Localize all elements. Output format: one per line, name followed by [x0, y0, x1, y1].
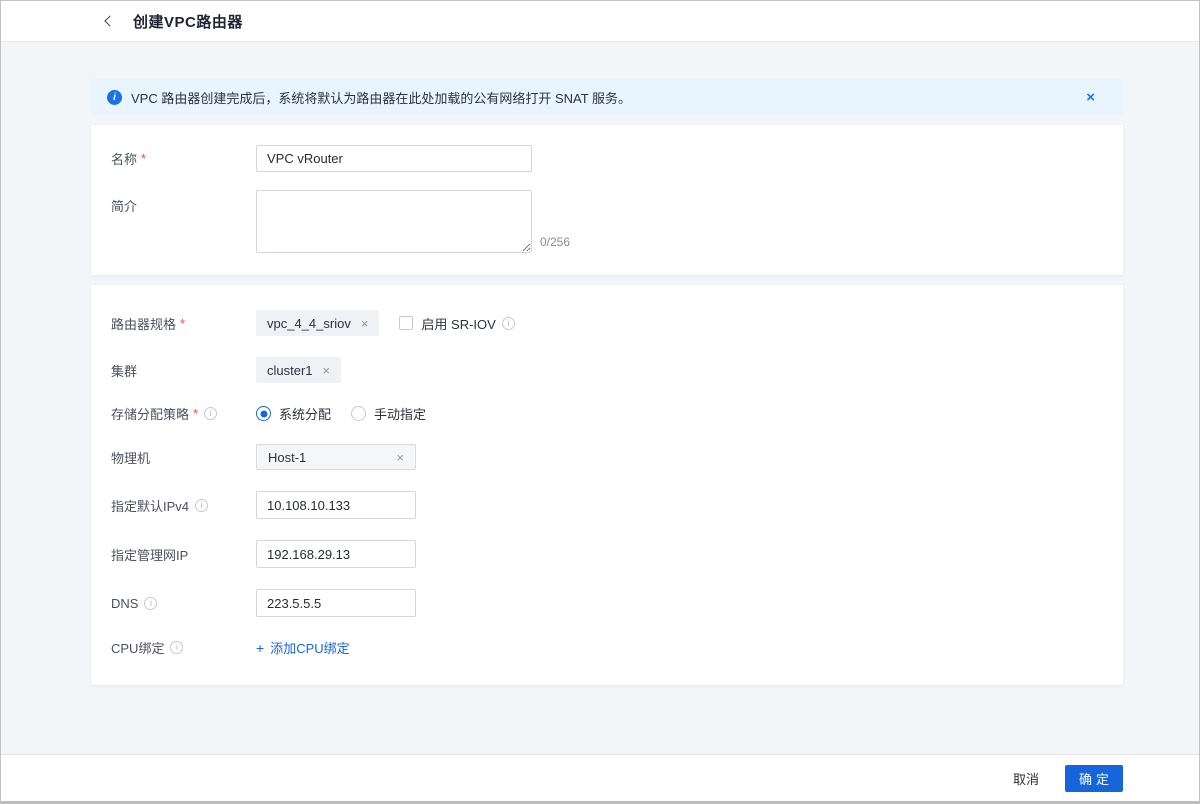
link-text: 添加CPU绑定: [270, 638, 349, 657]
page-title: 创建VPC路由器: [133, 11, 243, 32]
name-input[interactable]: [256, 145, 532, 172]
sriov-checkbox[interactable]: [399, 316, 413, 330]
cluster-label: 集群: [111, 361, 256, 380]
name-label: 名称 *: [111, 149, 256, 168]
confirm-button[interactable]: 确定: [1065, 765, 1123, 792]
radio-manual-assign[interactable]: [351, 406, 366, 421]
sriov-label: 启用 SR-IOV: [421, 314, 495, 333]
label-text: 物理机: [111, 448, 150, 467]
cpu-binding-row: CPU绑定 i + 添加CPU绑定: [111, 638, 1103, 657]
close-icon[interactable]: ×: [1086, 90, 1095, 105]
cancel-button[interactable]: 取消: [1013, 769, 1039, 788]
description-row: 简介 0/256: [111, 190, 1103, 253]
help-icon[interactable]: i: [204, 407, 217, 420]
mgmt-ip-input[interactable]: [256, 540, 416, 568]
cluster-row: 集群 cluster1 ×: [111, 357, 1103, 383]
cpu-binding-label: CPU绑定 i: [111, 638, 256, 657]
storage-policy-label: 存储分配策略 * i: [111, 404, 256, 423]
required-asterisk: *: [141, 151, 146, 166]
chevron-left-icon: [104, 15, 115, 26]
radio-system-allocate[interactable]: [256, 406, 271, 421]
cluster-tag: cluster1 ×: [256, 357, 341, 383]
radio-manual-assign-label: 手动指定: [374, 404, 426, 423]
label-text: 集群: [111, 361, 137, 380]
default-ipv4-input[interactable]: [256, 491, 416, 519]
char-counter: 0/256: [540, 235, 570, 249]
help-icon[interactable]: i: [144, 597, 157, 610]
remove-tag-icon[interactable]: ×: [323, 363, 331, 378]
host-row: 物理机 Host-1 ×: [111, 444, 1103, 470]
dns-input[interactable]: [256, 589, 416, 617]
add-cpu-binding-link[interactable]: + 添加CPU绑定: [256, 638, 350, 657]
default-ipv4-row: 指定默认IPv4 i: [111, 491, 1103, 519]
description-textarea[interactable]: [256, 190, 532, 253]
label-text: 指定管理网IP: [111, 545, 188, 564]
sriov-group: 启用 SR-IOV i: [399, 314, 514, 333]
plus-icon: +: [256, 640, 264, 656]
page-header: 创建VPC路由器: [1, 1, 1199, 42]
label-text: 简介: [111, 196, 137, 215]
banner-message: VPC 路由器创建完成后，系统将默认为路由器在此处加载的公有网络打开 SNAT …: [131, 88, 631, 107]
storage-policy-options: 系统分配 手动指定: [256, 404, 426, 423]
required-asterisk: *: [193, 406, 198, 421]
host-select[interactable]: Host-1 ×: [256, 444, 416, 470]
label-text: CPU绑定: [111, 638, 164, 657]
back-button[interactable]: [101, 12, 119, 30]
content-area: i VPC 路由器创建完成后，系统将默认为路由器在此处加载的公有网络打开 SNA…: [1, 42, 1199, 754]
remove-tag-icon[interactable]: ×: [361, 316, 369, 331]
info-icon: i: [107, 90, 122, 105]
mgmt-ip-label: 指定管理网IP: [111, 545, 256, 564]
radio-system-allocate-label: 系统分配: [279, 404, 331, 423]
name-row: 名称 *: [111, 145, 1103, 172]
config-card: 路由器规格 * vpc_4_4_sriov × 启用 SR-IOV i 集群: [91, 285, 1123, 685]
label-text: 指定默认IPv4: [111, 496, 189, 515]
footer-bar: 取消 确定: [1, 754, 1199, 801]
label-text: DNS: [111, 596, 138, 611]
create-vpc-router-page: 创建VPC路由器 i VPC 路由器创建完成后，系统将默认为路由器在此处加载的公…: [0, 0, 1200, 804]
storage-policy-row: 存储分配策略 * i 系统分配 手动指定: [111, 404, 1103, 423]
spec-tag: vpc_4_4_sriov ×: [256, 310, 379, 336]
dns-row: DNS i: [111, 589, 1103, 617]
dns-label: DNS i: [111, 596, 256, 611]
spec-label: 路由器规格 *: [111, 314, 256, 333]
clear-icon[interactable]: ×: [396, 450, 404, 465]
spec-row: 路由器规格 * vpc_4_4_sriov × 启用 SR-IOV i: [111, 310, 1103, 336]
host-label: 物理机: [111, 448, 256, 467]
label-text: 名称: [111, 149, 137, 168]
help-icon[interactable]: i: [195, 499, 208, 512]
label-text: 存储分配策略: [111, 404, 189, 423]
tag-text: vpc_4_4_sriov: [267, 316, 351, 331]
tag-text: cluster1: [267, 363, 313, 378]
mgmt-ip-row: 指定管理网IP: [111, 540, 1103, 568]
default-ipv4-label: 指定默认IPv4 i: [111, 496, 256, 515]
required-asterisk: *: [180, 316, 185, 331]
host-select-value: Host-1: [268, 450, 306, 465]
basic-info-card: 名称 * 简介 0/256: [91, 125, 1123, 275]
info-banner: i VPC 路由器创建完成后，系统将默认为路由器在此处加载的公有网络打开 SNA…: [91, 79, 1123, 115]
help-icon[interactable]: i: [170, 641, 183, 654]
description-label: 简介: [111, 196, 256, 215]
help-icon[interactable]: i: [502, 317, 515, 330]
label-text: 路由器规格: [111, 314, 176, 333]
